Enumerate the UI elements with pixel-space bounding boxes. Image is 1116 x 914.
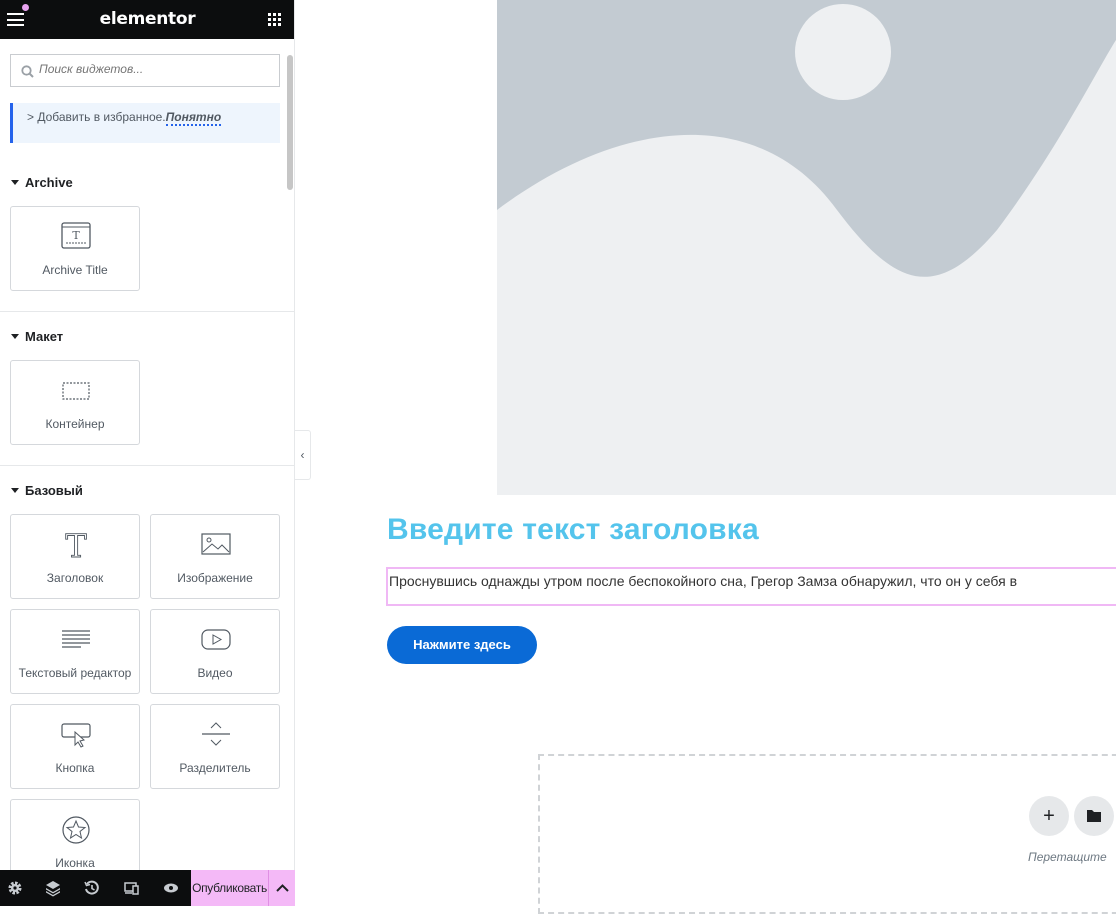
widget-image[interactable]: Изображение [150, 514, 280, 599]
heading-icon: T [65, 530, 88, 560]
publish-options-button[interactable] [268, 870, 295, 906]
collapse-panel-handle[interactable]: ‹ [295, 430, 311, 480]
svg-text:T: T [65, 530, 87, 560]
responsive-mode-icon[interactable] [123, 879, 141, 897]
image-placeholder[interactable] [497, 0, 1116, 495]
notice-text: > Добавить в избранное. [27, 110, 166, 124]
section-archive-header[interactable]: Archive [11, 175, 73, 190]
section-basic-header[interactable]: Базовый [11, 483, 83, 498]
widget-divider[interactable]: Разделитель [150, 704, 280, 789]
caret-down-icon [11, 180, 19, 185]
archive-title-icon: T [61, 222, 91, 249]
drop-zone[interactable] [538, 754, 1116, 914]
widget-label: Контейнер [45, 417, 105, 431]
drop-zone-hint: Перетащите [1028, 850, 1107, 864]
section-layout-header[interactable]: Макет [11, 329, 63, 344]
section-title: Макет [25, 329, 64, 344]
elementor-logo: elementor [99, 9, 196, 29]
widget-label: Заголовок [46, 571, 104, 585]
widget-heading[interactable]: T Заголовок [10, 514, 140, 599]
svg-text:T: T [72, 229, 80, 242]
widget-label: Разделитель [179, 761, 251, 775]
widget-text-editor[interactable]: Текстовый редактор [10, 609, 140, 694]
image-icon [201, 533, 231, 555]
panel-header: elementor [0, 0, 294, 39]
divider [0, 311, 294, 312]
search-icon [21, 65, 34, 78]
widget-panel: elementor > Добавить в избранное.Понятно… [0, 0, 295, 906]
caret-down-icon [11, 488, 19, 493]
image-placeholder-graphic [497, 4, 1116, 495]
search-input[interactable] [39, 62, 269, 76]
widget-container[interactable]: Контейнер [10, 360, 140, 445]
widget-label: Archive Title [42, 263, 108, 277]
video-icon [201, 629, 231, 650]
widget-video[interactable]: Видео [150, 609, 280, 694]
apps-grid-icon[interactable] [268, 13, 281, 26]
section-title: Базовый [25, 483, 83, 498]
chevron-up-icon [276, 884, 289, 892]
text-editor-widget[interactable]: Проснувшись однажды утром после беспокой… [386, 567, 1116, 606]
dismiss-link[interactable]: Понятно [165, 110, 222, 126]
widget-label: Видео [197, 666, 233, 680]
favorites-notice: > Добавить в избранное.Понятно [10, 103, 280, 143]
cta-button[interactable]: Нажмите здесь [387, 626, 537, 664]
layers-icon[interactable] [44, 879, 62, 897]
folder-icon [1087, 810, 1101, 822]
heading-widget[interactable]: Введите текст заголовка [387, 513, 759, 547]
chevron-left-icon: ‹ [300, 448, 305, 462]
button-icon [61, 723, 91, 748]
settings-icon[interactable] [6, 879, 24, 897]
caret-down-icon [11, 334, 19, 339]
text-editor-icon [62, 630, 90, 648]
add-section-button[interactable]: + [1029, 796, 1069, 836]
widget-archive-title[interactable]: T Archive Title [10, 206, 140, 291]
history-icon[interactable] [83, 879, 101, 897]
divider [0, 465, 294, 466]
plus-icon: + [1043, 805, 1055, 827]
widget-label: Иконка [55, 856, 95, 870]
add-template-button[interactable] [1074, 796, 1114, 836]
widget-label: Кнопка [55, 761, 95, 775]
panel-scrollbar[interactable] [287, 55, 293, 190]
widget-label: Изображение [177, 571, 253, 585]
widget-label: Текстовый редактор [18, 666, 132, 680]
preview-eye-icon[interactable] [162, 879, 180, 897]
star-icon [62, 816, 90, 844]
widget-button[interactable]: Кнопка [10, 704, 140, 789]
divider-icon [202, 722, 230, 746]
widget-search [10, 54, 280, 87]
section-title: Archive [25, 175, 73, 190]
container-icon [62, 382, 90, 400]
publish-button[interactable]: Опубликовать [191, 870, 268, 906]
